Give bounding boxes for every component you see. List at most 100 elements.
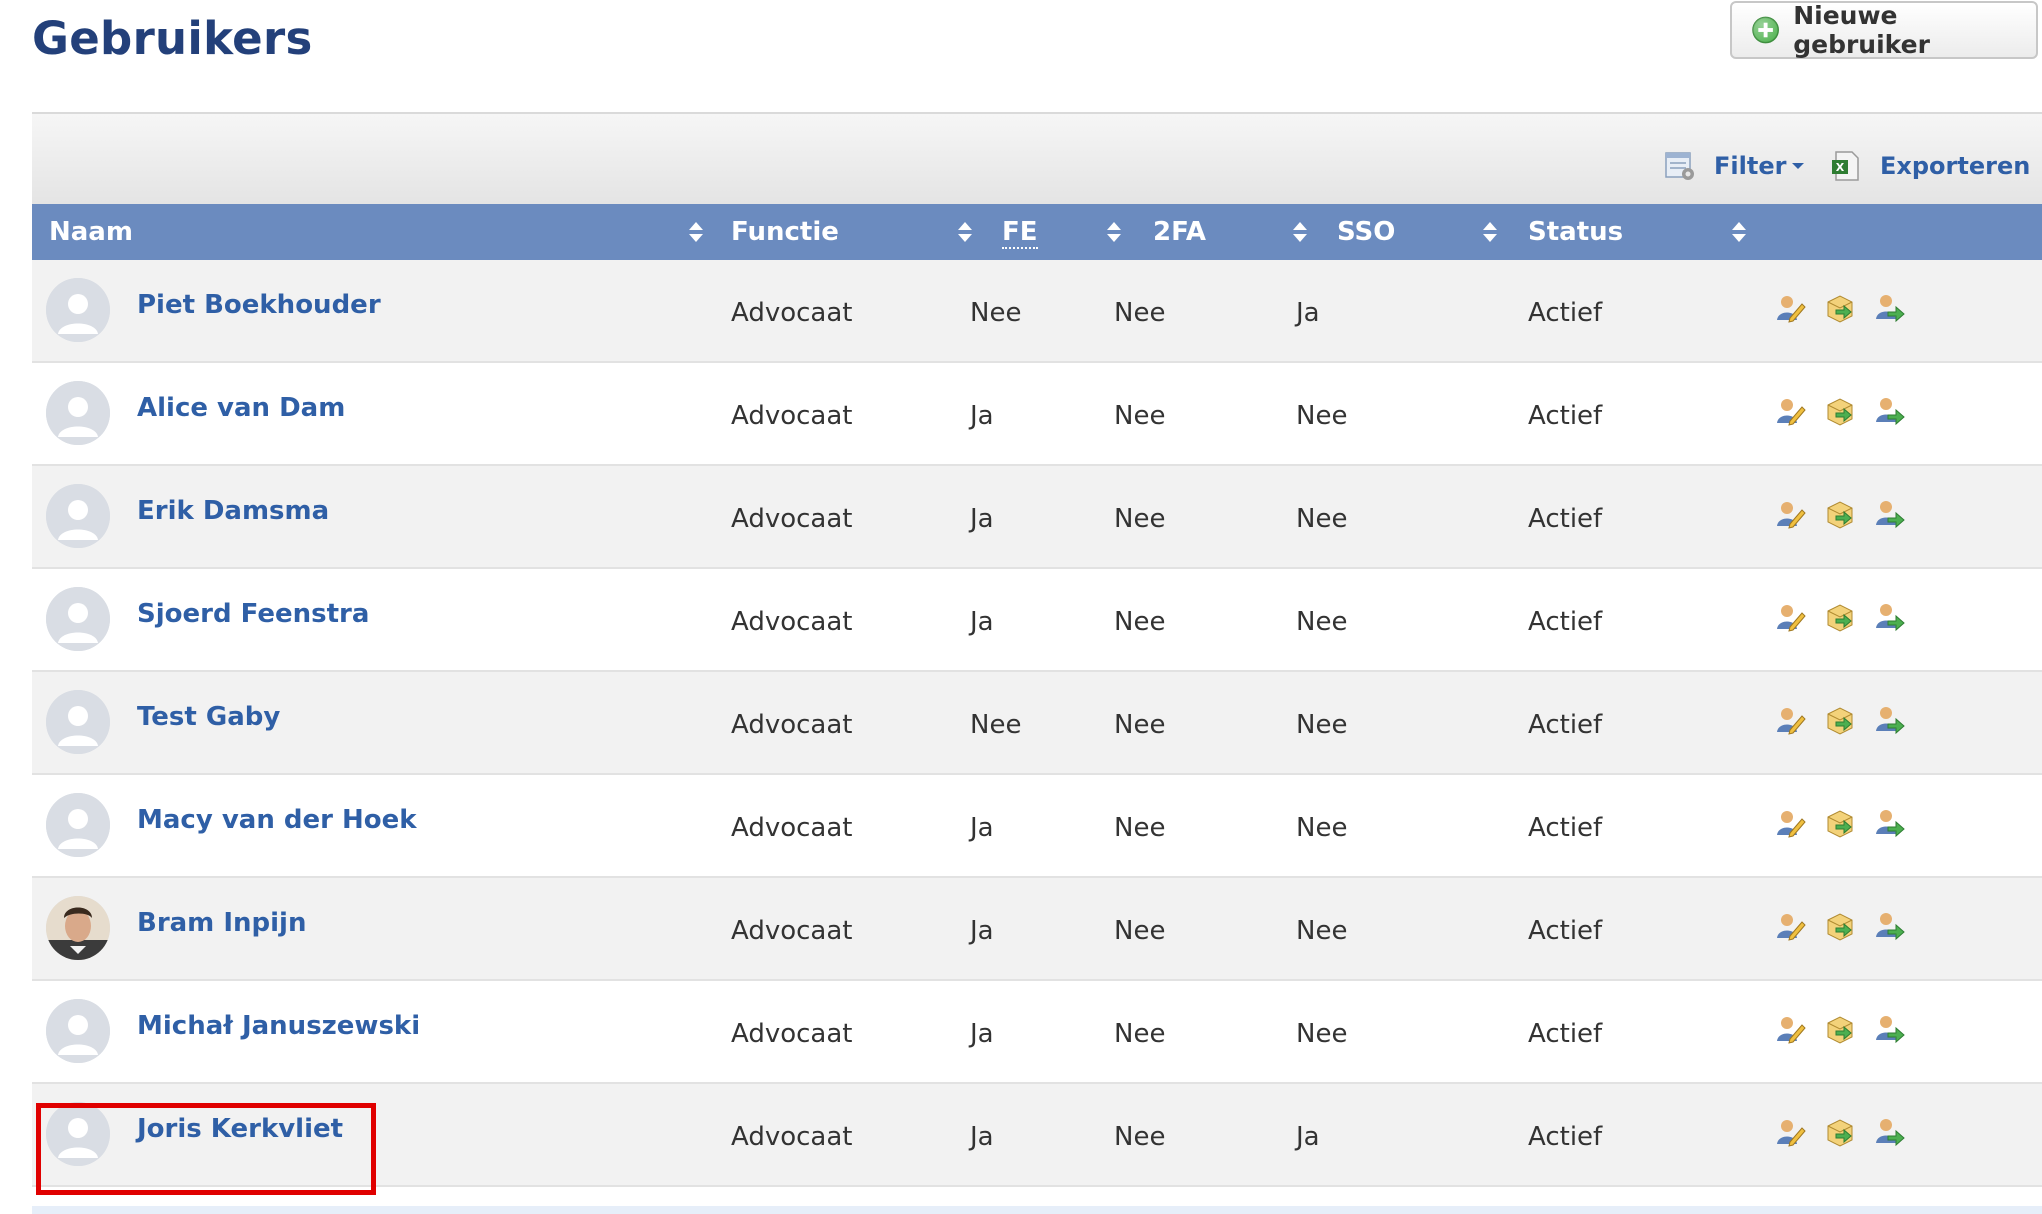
edit-user-icon[interactable] — [1774, 1013, 1806, 1050]
row-actions — [1774, 395, 1906, 432]
avatar — [46, 1102, 110, 1166]
user-name-link[interactable]: Bram Inpijn — [137, 908, 306, 938]
export-user-icon[interactable] — [1824, 498, 1856, 535]
user-name-link[interactable]: Piet Boekhouder — [137, 290, 381, 320]
filter-label: Filter — [1714, 152, 1787, 180]
sso-cell: Ja — [1296, 298, 1320, 328]
edit-user-icon[interactable] — [1774, 601, 1806, 638]
row-actions — [1774, 601, 1906, 638]
export-user-icon[interactable] — [1824, 1116, 1856, 1153]
functie-cell: Advocaat — [731, 607, 853, 637]
sso-cell: Nee — [1296, 710, 1348, 740]
status-cell: Actief — [1528, 298, 1603, 328]
user-name-link[interactable]: Michał Januszewski — [137, 1011, 420, 1041]
filter-dropdown[interactable]: Filter — [1664, 150, 1805, 182]
twofa-cell: Nee — [1114, 916, 1166, 946]
twofa-cell: Nee — [1114, 710, 1166, 740]
twofa-cell: Nee — [1114, 298, 1166, 328]
table-row: Michał Januszewski Advocaat Ja Nee Nee Actief — [32, 981, 2042, 1084]
status-cell: Actief — [1528, 607, 1603, 637]
fe-cell: Nee — [970, 298, 1022, 328]
twofa-cell: Nee — [1114, 401, 1166, 431]
sort-icon[interactable] — [1293, 222, 1307, 244]
edit-user-icon[interactable] — [1774, 704, 1806, 741]
transfer-user-icon[interactable] — [1874, 1013, 1906, 1050]
export-user-icon[interactable] — [1824, 910, 1856, 947]
sso-cell: Nee — [1296, 401, 1348, 431]
table-header: Naam Functie FE 2FA SSO Status — [32, 204, 2042, 260]
export-user-icon[interactable] — [1824, 1013, 1856, 1050]
sort-icon[interactable] — [958, 222, 972, 244]
edit-user-icon[interactable] — [1774, 395, 1806, 432]
chevron-down-icon — [1792, 163, 1805, 169]
transfer-user-icon[interactable] — [1874, 395, 1906, 432]
status-cell: Actief — [1528, 1019, 1603, 1049]
functie-cell: Advocaat — [731, 710, 853, 740]
user-name-link[interactable]: Test Gaby — [137, 702, 280, 732]
edit-user-icon[interactable] — [1774, 807, 1806, 844]
avatar — [46, 793, 110, 857]
table-row: Piet Boekhouder Advocaat Nee Nee Ja Actief — [32, 260, 2042, 363]
sort-icon[interactable] — [1107, 222, 1121, 244]
user-name-link[interactable]: Macy van der Hoek — [137, 805, 417, 835]
transfer-user-icon[interactable] — [1874, 704, 1906, 741]
transfer-user-icon[interactable] — [1874, 1116, 1906, 1153]
sso-cell: Nee — [1296, 813, 1348, 843]
sort-icon[interactable] — [1483, 222, 1497, 244]
twofa-cell: Nee — [1114, 1019, 1166, 1049]
status-cell: Actief — [1528, 401, 1603, 431]
export-user-icon[interactable] — [1824, 292, 1856, 329]
avatar — [46, 896, 110, 960]
fe-abbreviation: FE — [1002, 217, 1038, 249]
transfer-user-icon[interactable] — [1874, 910, 1906, 947]
export-label: Exporteren — [1880, 152, 2031, 180]
user-name-link[interactable]: Erik Damsma — [137, 496, 329, 526]
edit-user-icon[interactable] — [1774, 910, 1806, 947]
fe-cell: Ja — [970, 504, 994, 534]
column-header-sso[interactable]: SSO — [1337, 204, 1395, 260]
sso-cell: Nee — [1296, 504, 1348, 534]
twofa-cell: Nee — [1114, 607, 1166, 637]
edit-user-icon[interactable] — [1774, 498, 1806, 535]
table-toolbar: Filter X Exporteren — [32, 112, 2042, 204]
transfer-user-icon[interactable] — [1874, 498, 1906, 535]
column-header-functie[interactable]: Functie — [731, 204, 839, 260]
twofa-cell: Nee — [1114, 504, 1166, 534]
row-actions — [1774, 498, 1906, 535]
user-name-link[interactable]: Alice van Dam — [137, 393, 345, 423]
export-link[interactable]: X Exporteren — [1830, 150, 2030, 182]
sort-icon[interactable] — [689, 222, 703, 244]
new-user-button[interactable]: Nieuwe gebruiker — [1730, 1, 2038, 59]
sort-icon[interactable] — [1732, 222, 1746, 244]
column-header-status[interactable]: Status — [1528, 204, 1623, 260]
export-user-icon[interactable] — [1824, 807, 1856, 844]
column-header-2fa[interactable]: 2FA — [1153, 204, 1206, 260]
sso-cell: Nee — [1296, 916, 1348, 946]
fe-cell: Ja — [970, 607, 994, 637]
avatar — [46, 381, 110, 445]
transfer-user-icon[interactable] — [1874, 807, 1906, 844]
column-header-fe[interactable]: FE — [1002, 204, 1038, 260]
user-name-link[interactable]: Sjoerd Feenstra — [137, 599, 369, 629]
functie-cell: Advocaat — [731, 401, 853, 431]
functie-cell: Advocaat — [731, 813, 853, 843]
fe-cell: Nee — [970, 710, 1022, 740]
filter-settings-icon — [1665, 152, 1694, 180]
edit-user-icon[interactable] — [1774, 292, 1806, 329]
edit-user-icon[interactable] — [1774, 1116, 1806, 1153]
status-cell: Actief — [1528, 916, 1603, 946]
add-circle-icon — [1752, 16, 1779, 44]
user-name-link[interactable]: Joris Kerkvliet — [137, 1114, 343, 1144]
status-cell: Actief — [1528, 504, 1603, 534]
fe-cell: Ja — [970, 813, 994, 843]
export-user-icon[interactable] — [1824, 395, 1856, 432]
transfer-user-icon[interactable] — [1874, 292, 1906, 329]
column-header-naam[interactable]: Naam — [49, 204, 133, 260]
sso-cell: Nee — [1296, 607, 1348, 637]
table-row: Bram Inpijn Advocaat Ja Nee Nee Actief — [32, 878, 2042, 981]
transfer-user-icon[interactable] — [1874, 601, 1906, 638]
export-user-icon[interactable] — [1824, 601, 1856, 638]
export-user-icon[interactable] — [1824, 704, 1856, 741]
twofa-cell: Nee — [1114, 1122, 1166, 1152]
sso-cell: Ja — [1296, 1122, 1320, 1152]
